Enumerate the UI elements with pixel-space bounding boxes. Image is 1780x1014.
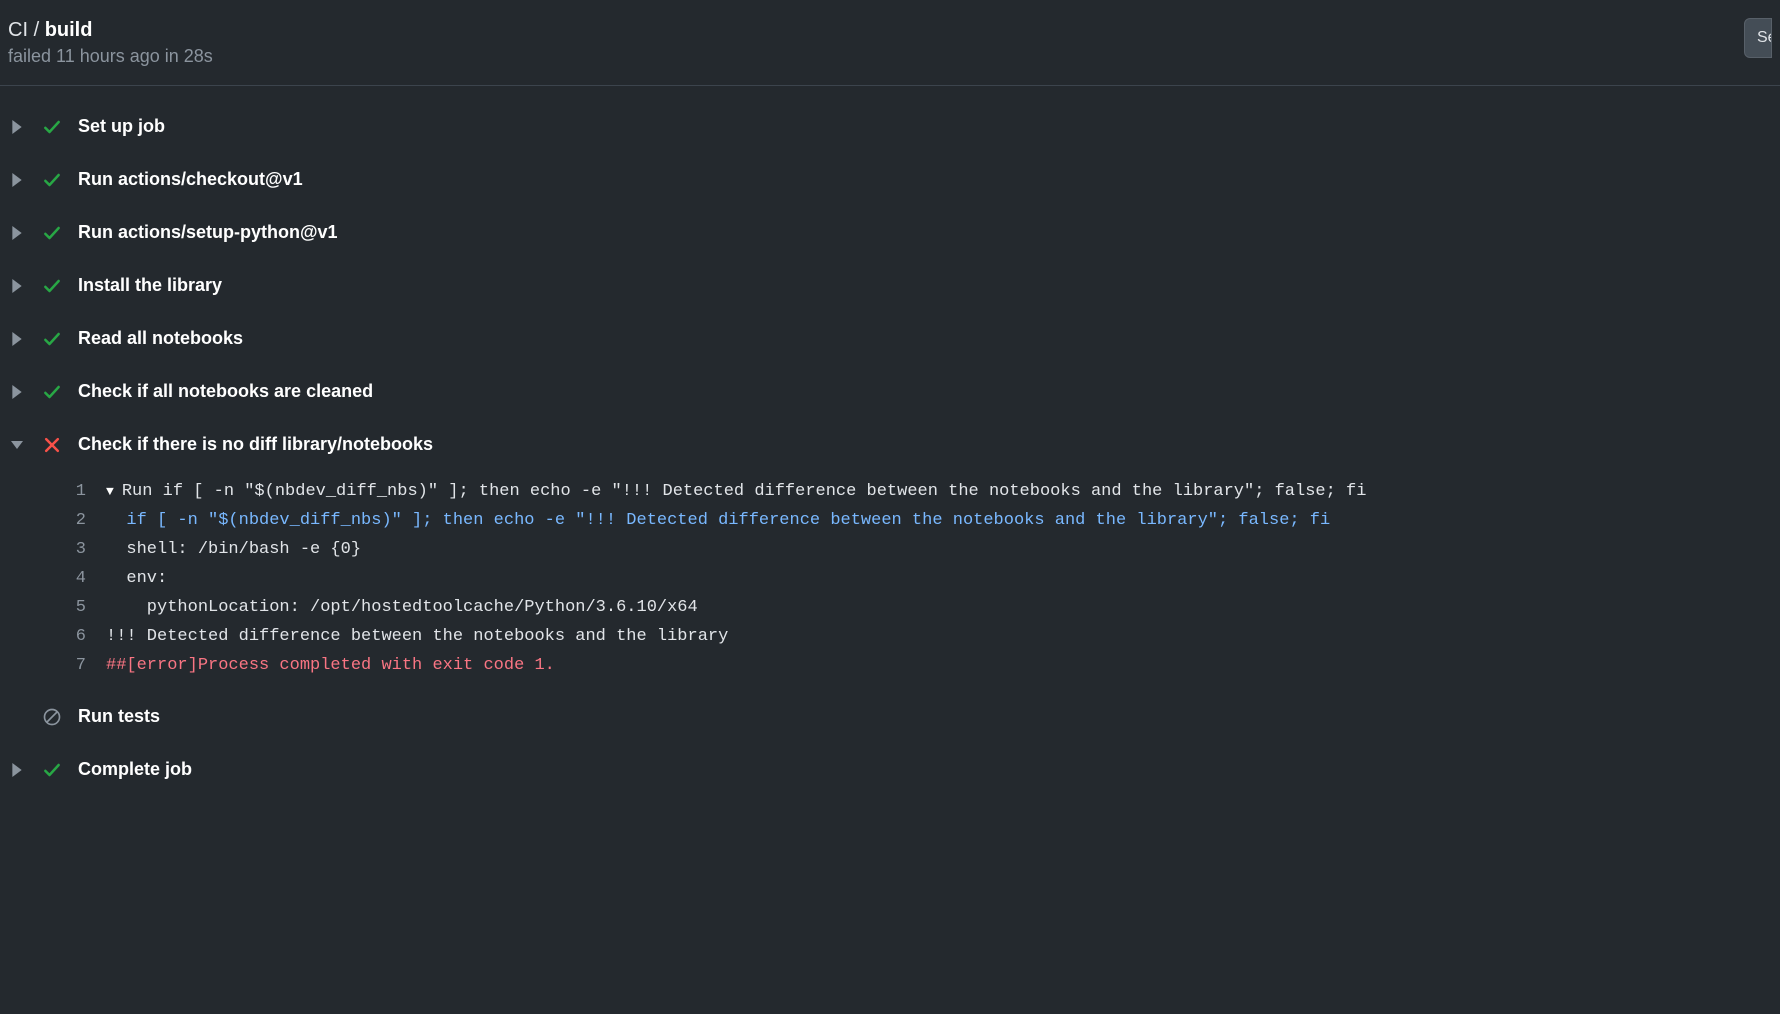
check-icon: [40, 382, 64, 402]
job-title: CI / build: [8, 16, 213, 44]
line-number: 1: [46, 477, 86, 506]
log-line: 7 ##[error]Process completed with exit c…: [46, 651, 1780, 680]
line-text: if [ -n "$(nbdev_diff_nbs)" ]; then echo…: [106, 506, 1330, 535]
job-name: build: [45, 19, 93, 41]
chevron-icon: [8, 173, 26, 187]
line-number: 6: [46, 622, 86, 651]
chevron-icon: [8, 385, 26, 399]
step-label: Install the library: [78, 275, 222, 296]
job-header: CI / build failed 11 hours ago in 28s Se: [0, 0, 1780, 86]
log-text: pythonLocation: /opt/hostedtoolcache/Pyt…: [106, 598, 698, 617]
line-number: 2: [46, 506, 86, 535]
step-row-1[interactable]: Run actions/checkout@v1: [0, 153, 1780, 206]
line-text: !!! Detected difference between the note…: [106, 622, 728, 651]
check-icon: [40, 170, 64, 190]
log-text: env:: [106, 569, 167, 588]
log-line: 6 !!! Detected difference between the no…: [46, 622, 1780, 651]
chevron-icon: [8, 120, 26, 134]
step-label: Set up job: [78, 116, 165, 137]
search-logs-input[interactable]: Se: [1744, 18, 1772, 58]
log-output: 1 ▼ Run if [ -n "$(nbdev_diff_nbs)" ]; th…: [0, 471, 1780, 690]
check-icon: [40, 760, 64, 780]
step-row-5[interactable]: Check if all notebooks are cleaned: [0, 365, 1780, 418]
chevron-icon: [8, 332, 26, 346]
workflow-name: CI: [8, 19, 28, 41]
chevron-icon: [8, 279, 26, 293]
skip-icon: [40, 707, 64, 727]
check-icon: [40, 276, 64, 296]
line-number: 3: [46, 535, 86, 564]
log-line: 2 if [ -n "$(nbdev_diff_nbs)" ]; then ec…: [46, 506, 1780, 535]
step-label: Complete job: [78, 759, 192, 780]
line-text: ▼ Run if [ -n "$(nbdev_diff_nbs)" ]; then…: [106, 477, 1366, 506]
step-label: Run tests: [78, 706, 160, 727]
log-text: !!! Detected difference between the note…: [106, 627, 728, 646]
line-text: pythonLocation: /opt/hostedtoolcache/Pyt…: [106, 593, 698, 622]
job-status-line: failed 11 hours ago in 28s: [8, 46, 213, 67]
group-toggle-icon[interactable]: ▼: [106, 484, 114, 499]
x-icon: [40, 435, 64, 455]
chevron-icon: [8, 763, 26, 777]
step-label: Check if there is no diff library/notebo…: [78, 434, 433, 455]
step-label: Check if all notebooks are cleaned: [78, 381, 373, 402]
steps-list: Set up job Run actions/checkout@v1 Run a…: [0, 86, 1780, 796]
job-header-left: CI / build failed 11 hours ago in 28s: [8, 16, 213, 67]
step-row-0[interactable]: Set up job: [0, 100, 1780, 153]
title-slash: /: [34, 19, 40, 41]
check-icon: [40, 329, 64, 349]
log-line: 4 env:: [46, 564, 1780, 593]
log-text: shell: /bin/bash -e {0}: [106, 540, 361, 559]
step-row-4[interactable]: Read all notebooks: [0, 312, 1780, 365]
log-line: 5 pythonLocation: /opt/hostedtoolcache/P…: [46, 593, 1780, 622]
step-label: Read all notebooks: [78, 328, 243, 349]
chevron-icon: [8, 438, 26, 452]
log-text: ##[error]Process completed with exit cod…: [106, 656, 555, 675]
check-icon: [40, 223, 64, 243]
step-label: Run actions/setup-python@v1: [78, 222, 338, 243]
line-text: shell: /bin/bash -e {0}: [106, 535, 361, 564]
log-line: 3 shell: /bin/bash -e {0}: [46, 535, 1780, 564]
line-number: 5: [46, 593, 86, 622]
check-icon: [40, 117, 64, 137]
step-row-2[interactable]: Run actions/setup-python@v1: [0, 206, 1780, 259]
step-row-6[interactable]: Check if there is no diff library/notebo…: [0, 418, 1780, 471]
chevron-icon: [8, 226, 26, 240]
step-row-3[interactable]: Install the library: [0, 259, 1780, 312]
log-text: Run if [ -n "$(nbdev_diff_nbs)" ]; then …: [122, 482, 1367, 501]
line-text: env:: [106, 564, 167, 593]
step-row-7[interactable]: Run tests: [0, 690, 1780, 743]
log-text: if [ -n "$(nbdev_diff_nbs)" ]; then echo…: [106, 511, 1330, 530]
line-number: 4: [46, 564, 86, 593]
log-line: 1 ▼ Run if [ -n "$(nbdev_diff_nbs)" ]; th…: [46, 477, 1780, 506]
step-label: Run actions/checkout@v1: [78, 169, 303, 190]
step-row-8[interactable]: Complete job: [0, 743, 1780, 796]
line-number: 7: [46, 651, 86, 680]
line-text: ##[error]Process completed with exit cod…: [106, 651, 555, 680]
